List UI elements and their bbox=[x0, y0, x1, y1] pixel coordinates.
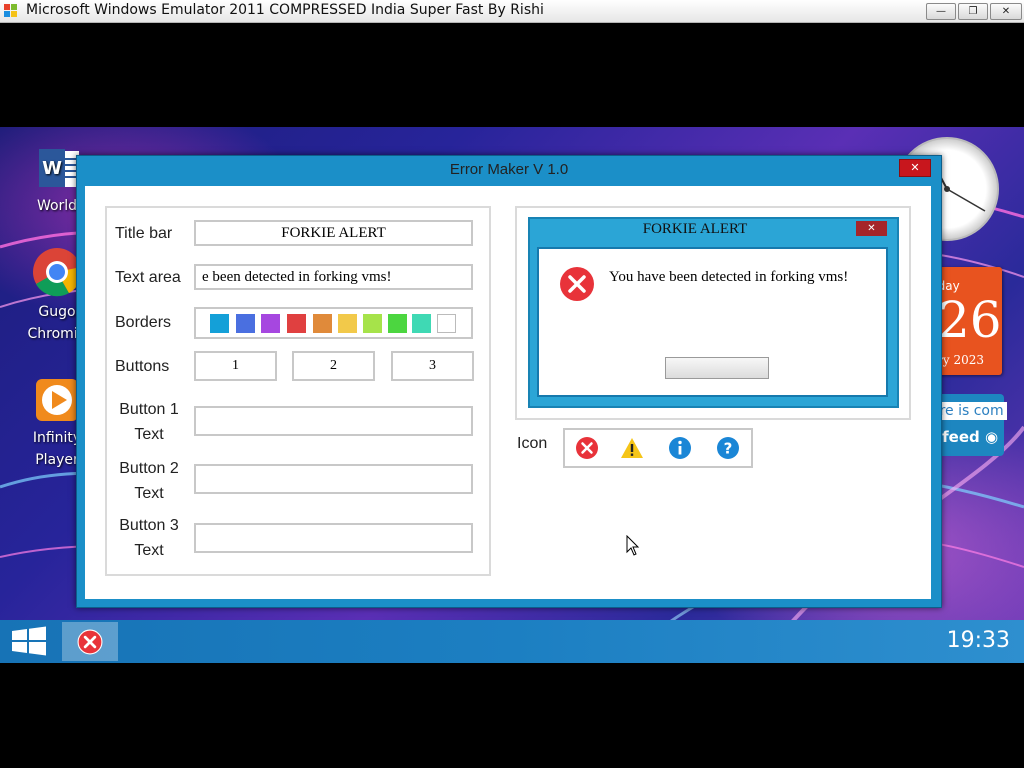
preview-message: You have been detected in forking vms! bbox=[609, 269, 849, 285]
start-button-windows-icon[interactable] bbox=[10, 626, 48, 656]
svg-text:W: W bbox=[42, 158, 62, 179]
border-color-swatch[interactable] bbox=[338, 314, 357, 333]
title-bar-label: Title bar bbox=[115, 225, 173, 242]
icon-picker: ? bbox=[563, 428, 753, 468]
warning-icon[interactable] bbox=[620, 436, 644, 460]
border-color-swatch[interactable] bbox=[412, 314, 431, 333]
svg-text:?: ? bbox=[724, 440, 733, 458]
button3-text-input[interactable] bbox=[194, 523, 473, 553]
taskbar-item-error-maker[interactable] bbox=[62, 622, 118, 661]
app-client-area: Title bar FORKIE ALERT Text area e been … bbox=[85, 186, 931, 599]
taskbar-clock[interactable]: 19:33 bbox=[947, 628, 1010, 653]
preview-dialog-button[interactable] bbox=[665, 357, 769, 379]
error-maker-window: Error Maker V 1.0 ✕ Title bar FORKIE ALE… bbox=[76, 155, 942, 608]
question-icon[interactable]: ? bbox=[716, 436, 740, 460]
border-color-swatch[interactable] bbox=[236, 314, 255, 333]
button1-text-input[interactable] bbox=[194, 406, 473, 436]
button2-text-label: Button 2 Text bbox=[119, 460, 179, 502]
app-window-title: Error Maker V 1.0 bbox=[449, 161, 569, 178]
title-bar-input[interactable]: FORKIE ALERT bbox=[194, 220, 473, 246]
mouse-cursor-icon bbox=[626, 535, 640, 556]
button-count-3[interactable]: 3 bbox=[391, 351, 474, 381]
host-window-title: Microsoft Windows Emulator 2011 COMPRESS… bbox=[26, 2, 544, 18]
button-count-1[interactable]: 1 bbox=[194, 351, 277, 381]
chromium-icon bbox=[33, 248, 82, 297]
app-close-button[interactable]: ✕ bbox=[899, 159, 931, 177]
button1-text-label: Button 1 Text bbox=[119, 401, 179, 443]
border-color-swatch[interactable] bbox=[437, 314, 456, 333]
border-color-swatch[interactable] bbox=[210, 314, 229, 333]
buttons-label: Buttons bbox=[115, 358, 170, 375]
border-color-swatch[interactable] bbox=[287, 314, 306, 333]
text-area-input[interactable]: e been detected in forking vms! bbox=[194, 264, 473, 290]
icon-label: Icon bbox=[517, 435, 548, 452]
border-color-swatch[interactable] bbox=[388, 314, 407, 333]
calendar-date: 26 bbox=[938, 291, 1002, 349]
button-count-2[interactable]: 2 bbox=[292, 351, 375, 381]
host-close-button[interactable]: ✕ bbox=[990, 3, 1022, 20]
borders-label: Borders bbox=[115, 314, 172, 331]
border-color-picker bbox=[194, 307, 473, 339]
taskbar: 19:33 bbox=[0, 620, 1024, 663]
rss-icon: ◉ bbox=[985, 428, 999, 446]
windows-logo-icon bbox=[4, 4, 17, 17]
error-icon[interactable] bbox=[575, 436, 599, 460]
info-icon[interactable] bbox=[668, 436, 692, 460]
text-area-label: Text area bbox=[115, 269, 181, 286]
border-color-swatch[interactable] bbox=[363, 314, 382, 333]
host-minimize-button[interactable]: — bbox=[926, 3, 956, 20]
preview-dialog: FORKIE ALERT ✕ You have been detected in… bbox=[528, 217, 899, 408]
preview-panel: FORKIE ALERT ✕ You have been detected in… bbox=[515, 206, 911, 420]
button3-text-label: Button 3 Text bbox=[119, 517, 179, 559]
host-maximize-button[interactable]: ❐ bbox=[958, 3, 988, 20]
preview-dialog-body: You have been detected in forking vms! bbox=[537, 247, 888, 397]
border-color-swatch[interactable] bbox=[313, 314, 332, 333]
settings-panel: Title bar FORKIE ALERT Text area e been … bbox=[105, 206, 491, 576]
error-icon bbox=[560, 267, 594, 301]
emulator-bottom-area bbox=[0, 663, 1024, 768]
host-titlebar: Microsoft Windows Emulator 2011 COMPRESS… bbox=[0, 0, 1024, 23]
preview-close-button[interactable]: ✕ bbox=[856, 221, 887, 236]
error-icon bbox=[77, 629, 103, 655]
border-color-swatch[interactable] bbox=[261, 314, 280, 333]
media-player-icon bbox=[36, 379, 78, 421]
preview-dialog-title: FORKIE ALERT bbox=[642, 221, 748, 237]
button2-text-input[interactable] bbox=[194, 464, 473, 494]
